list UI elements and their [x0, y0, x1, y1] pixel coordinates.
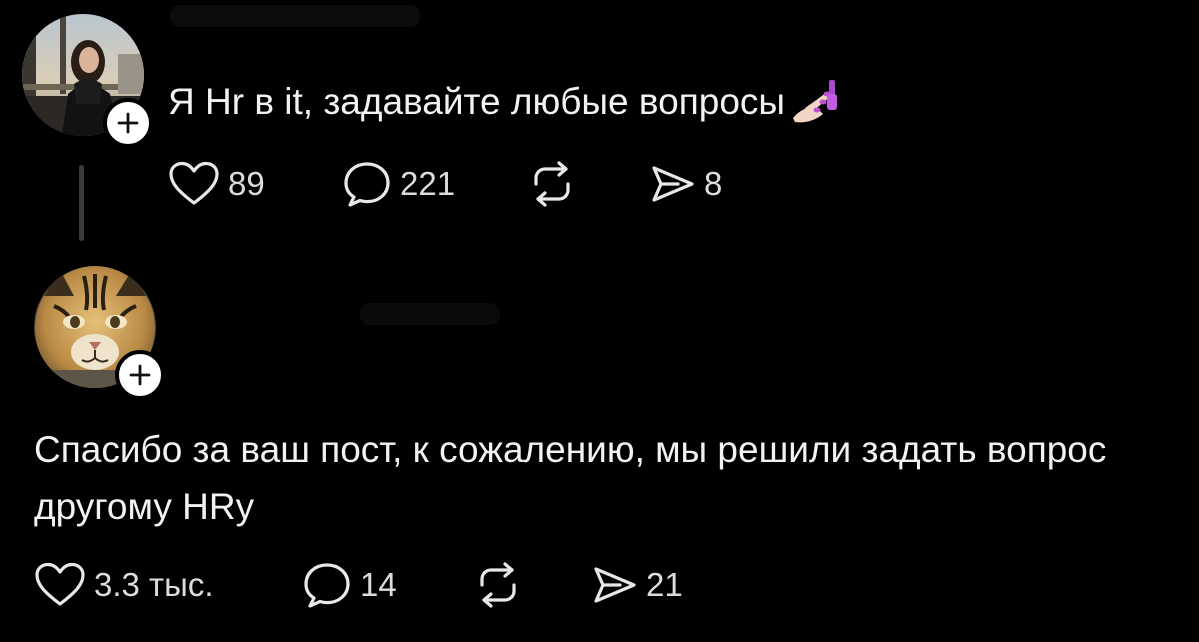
threads-feed: Я Hr в it, задавайте любые вопросы 89 22 — [0, 0, 1199, 642]
speech-bubble-icon — [344, 162, 390, 207]
username-placeholder — [360, 303, 500, 325]
speech-bubble-icon — [304, 563, 350, 608]
paper-plane-icon — [594, 567, 636, 603]
plus-icon — [117, 112, 139, 134]
like-button[interactable]: 89 — [168, 160, 265, 208]
paper-plane-icon — [652, 166, 694, 202]
post-text: Спасибо за ваш пост, к сожалению, мы реш… — [34, 429, 1107, 527]
plus-icon — [129, 364, 151, 386]
reply-button[interactable]: 14 — [302, 561, 397, 609]
repost-arrows-icon — [534, 161, 570, 207]
reply-button[interactable]: 221 — [342, 160, 455, 208]
like-count: 3.3 тыс. — [94, 566, 214, 603]
repost-button[interactable] — [528, 160, 576, 208]
heart-icon — [35, 562, 85, 606]
share-count: 8 — [704, 165, 723, 202]
share-button[interactable]: 8 — [648, 160, 722, 208]
share-button[interactable]: 21 — [590, 561, 683, 609]
follow-button[interactable] — [103, 98, 153, 148]
repost-button[interactable] — [474, 561, 522, 609]
post-actions: 89 221 8 — [168, 160, 768, 208]
follow-button[interactable] — [115, 350, 165, 400]
repost-arrows-icon — [480, 562, 516, 608]
heart-icon — [169, 161, 219, 205]
post-text-content: Я Hr в it, задавайте любые вопросы — [168, 81, 785, 122]
reply-count: 221 — [400, 165, 456, 202]
post-actions: 3.3 тыс. 14 21 — [34, 561, 734, 609]
share-count: 21 — [646, 566, 683, 603]
like-count: 89 — [228, 165, 265, 202]
like-button[interactable]: 3.3 тыс. — [34, 561, 214, 609]
reply-count: 14 — [360, 566, 397, 603]
post-text: Я Hr в it, задавайте любые вопросы — [168, 78, 841, 135]
nail-polish-emoji-icon — [787, 78, 841, 135]
thread-connector — [79, 165, 84, 241]
username-placeholder — [170, 5, 420, 27]
